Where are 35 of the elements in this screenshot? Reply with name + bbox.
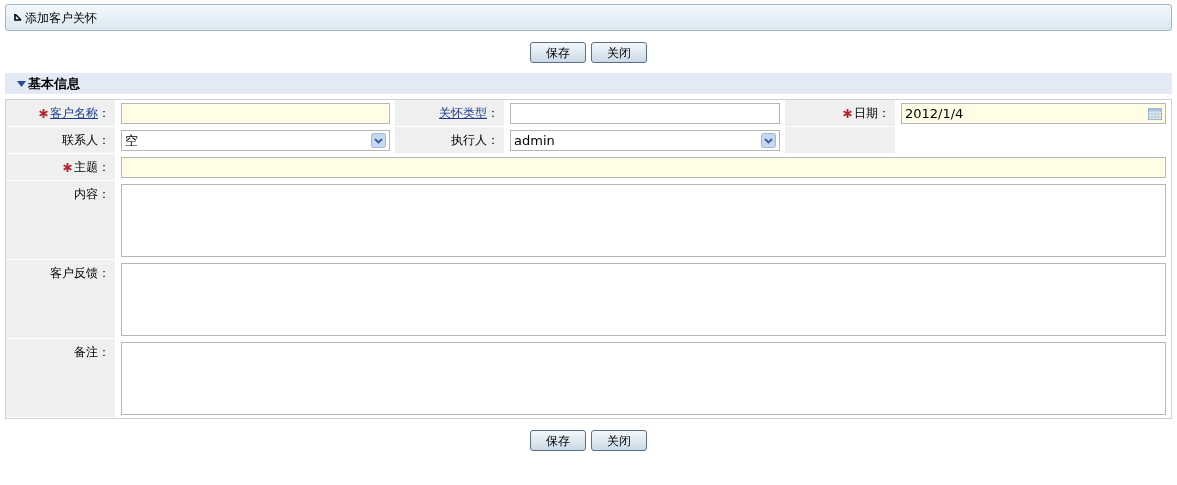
- save-button[interactable]: 保存: [530, 42, 586, 63]
- input-field[interactable]: [510, 103, 780, 124]
- label-colon: ：: [98, 266, 110, 280]
- text-area[interactable]: [121, 184, 1166, 257]
- input-field[interactable]: [121, 157, 1166, 178]
- close-button[interactable]: 关闭: [591, 430, 647, 451]
- text-area[interactable]: [121, 263, 1166, 336]
- text-area[interactable]: [121, 342, 1166, 415]
- field-label: 主题: [74, 160, 98, 174]
- section-title: 基本信息: [28, 74, 80, 93]
- dropdown[interactable]: admin: [510, 130, 780, 151]
- label-colon: ：: [98, 187, 110, 201]
- calendar-icon: [1148, 107, 1162, 120]
- save-button[interactable]: 保存: [530, 430, 586, 451]
- label-colon: ：: [487, 106, 499, 120]
- field-label: 备注: [74, 345, 98, 359]
- label-colon: ：: [98, 160, 110, 174]
- date-field[interactable]: 2012/1/4: [901, 103, 1166, 124]
- field-label: 日期: [854, 106, 878, 120]
- field-label: 内容: [74, 187, 98, 201]
- dropdown[interactable]: 空: [121, 130, 390, 151]
- label-colon: ：: [878, 106, 890, 120]
- label-colon: ：: [98, 133, 110, 147]
- panel-title: 添加客户关怀: [25, 9, 97, 27]
- label-colon: ：: [487, 133, 499, 147]
- label-colon: ：: [98, 106, 110, 120]
- close-button[interactable]: 关闭: [591, 42, 647, 63]
- label-colon: ：: [98, 345, 110, 359]
- field-label: 联系人: [62, 133, 98, 147]
- field-label: 执行人: [451, 133, 487, 147]
- field-label-link[interactable]: 客户名称: [50, 106, 98, 120]
- field-label: 客户反馈: [50, 266, 98, 280]
- corner-arrow-icon: [14, 13, 22, 22]
- field-label-link[interactable]: 关怀类型: [439, 106, 487, 120]
- input-field[interactable]: [121, 103, 390, 124]
